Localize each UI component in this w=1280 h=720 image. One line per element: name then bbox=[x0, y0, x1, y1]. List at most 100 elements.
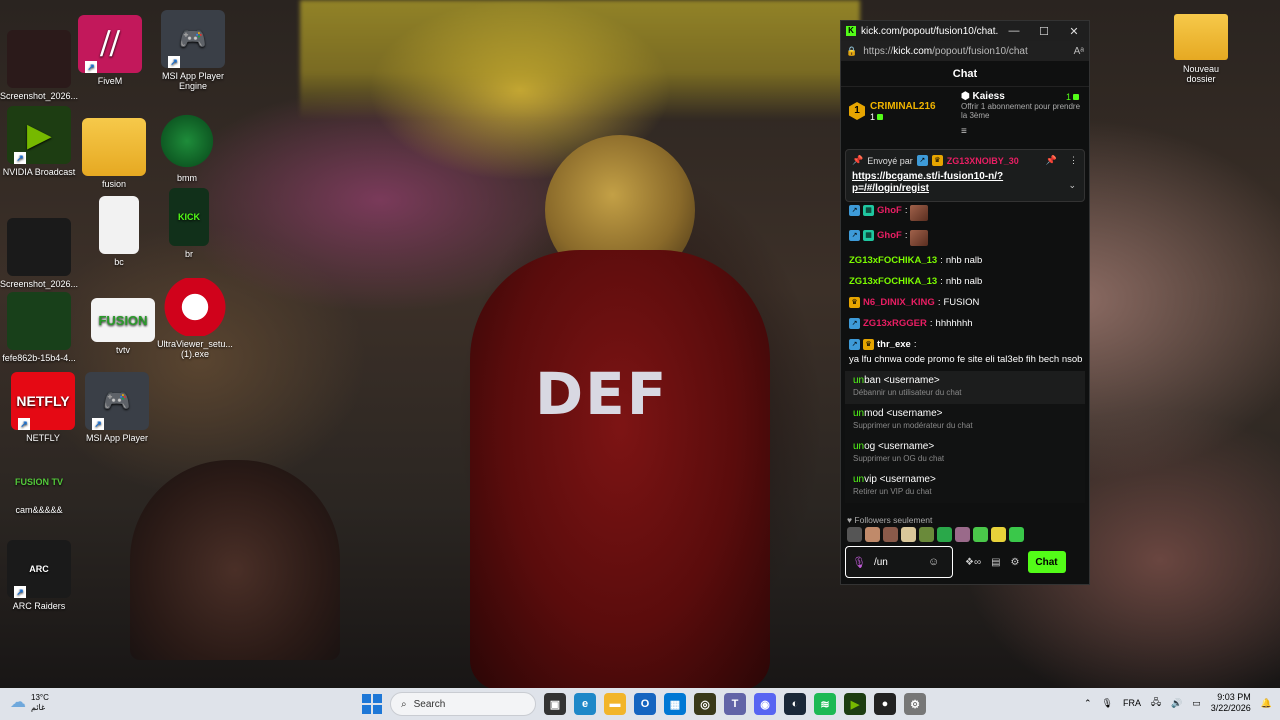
emote-icon[interactable] bbox=[901, 527, 916, 542]
store-icon[interactable]: ▦ bbox=[664, 693, 686, 715]
desktop-icon-br[interactable]: KICK br bbox=[150, 188, 228, 259]
filter-icon[interactable]: ≡ bbox=[961, 126, 967, 137]
outlook-icon[interactable]: O bbox=[634, 693, 656, 715]
close-button[interactable]: ✕ bbox=[1059, 25, 1089, 38]
chat-message: ↗ ▦ GhoF: bbox=[849, 230, 1085, 246]
pinned-sender[interactable]: ZG13XNOIBY_30 bbox=[947, 156, 1019, 166]
app-icon[interactable]: ◎ bbox=[694, 693, 716, 715]
desktop-icon-arc-raiders[interactable]: ARC ↗ ARC Raiders bbox=[0, 540, 78, 611]
suggestion-unvip[interactable]: unvip <username> Retirer un VIP du chat bbox=[845, 470, 1085, 503]
desktop-icon-msi-player[interactable]: 🎮 ↗ MSI App Player bbox=[78, 372, 156, 443]
desktop-icon-netfly[interactable]: NETFLY ↗ NETFLY bbox=[4, 372, 82, 443]
desktop-icon-cam[interactable]: FUSION TV cam&&&&& bbox=[0, 462, 78, 515]
chat-username[interactable]: N6_DINIX_KING bbox=[863, 297, 935, 309]
chat-popout-window: K kick.com/popout/fusion10/chat... — ☐ ✕… bbox=[840, 20, 1090, 585]
chat-input[interactable] bbox=[873, 553, 920, 571]
microphone-icon[interactable]: 🎙 bbox=[1102, 698, 1113, 709]
language-indicator[interactable]: FRA bbox=[1123, 698, 1141, 708]
pin-icon: 📌 bbox=[852, 155, 864, 165]
emote-icon[interactable] bbox=[1009, 527, 1024, 542]
emote-icon[interactable] bbox=[955, 527, 970, 542]
desktop-icon-bmm[interactable]: bmm bbox=[148, 112, 226, 183]
discord-icon[interactable]: ◉ bbox=[754, 693, 776, 715]
chat-text: FUSION bbox=[943, 297, 980, 308]
desktop-icon-bc[interactable]: bc bbox=[80, 196, 158, 267]
unpin-button[interactable]: 📌 bbox=[1046, 155, 1057, 166]
obs-icon[interactable]: ● bbox=[874, 693, 896, 715]
chat-username[interactable]: thr_exe bbox=[877, 339, 911, 351]
desktop-icon-screenshot-1[interactable]: Screenshot_2026... bbox=[0, 30, 78, 101]
nvidia-broadcast-icon[interactable]: ▶ bbox=[844, 693, 866, 715]
weather-widget[interactable]: ☁ 13°C غائم bbox=[10, 693, 49, 713]
file-explorer-icon[interactable]: ▬ bbox=[604, 693, 626, 715]
desktop-icon-tvtv[interactable]: FUSION tvtv bbox=[84, 292, 162, 355]
chat-username[interactable]: GhoF bbox=[877, 205, 902, 217]
leaderboard-gifter[interactable]: Kaiess bbox=[973, 91, 1005, 102]
teams-icon[interactable]: T bbox=[724, 693, 746, 715]
send-chat-button[interactable]: Chat bbox=[1027, 551, 1066, 573]
volume-icon[interactable]: 🔊 bbox=[1171, 698, 1182, 709]
kick-points-icon[interactable]: ❖∞ bbox=[965, 557, 981, 568]
settings-icon[interactable]: ⚙ bbox=[904, 693, 926, 715]
more-options-icon[interactable]: ⋮ bbox=[1069, 155, 1078, 166]
netflix-icon: NETFLY ↗ bbox=[11, 372, 75, 430]
desktop-icon-ultraviewer[interactable]: UltraViewer_setu... (1).exe bbox=[156, 278, 234, 359]
fusion-tv-icon: FUSION TV bbox=[14, 477, 63, 487]
desktop-icon-nvidia-broadcast[interactable]: ▶ ↗ NVIDIA Broadcast bbox=[0, 106, 78, 177]
emoji-icon[interactable]: ☺ bbox=[928, 556, 939, 568]
emote-icon[interactable] bbox=[937, 527, 952, 542]
emote-icon[interactable] bbox=[919, 527, 934, 542]
suggestion-unog[interactable]: unog <username> Supprimer un OG du chat bbox=[845, 437, 1085, 470]
spotify-icon[interactable]: ≋ bbox=[814, 693, 836, 715]
shortcut-arrow-icon: ↗ bbox=[168, 56, 180, 68]
suggestion-unmod[interactable]: unmod <username> Supprimer un modérateur… bbox=[845, 404, 1085, 437]
leaderboard-gifter-count: 1 bbox=[1065, 92, 1071, 102]
chat-text: nhb nalb bbox=[945, 255, 983, 266]
taskbar-search[interactable]: ⌕ Search bbox=[390, 692, 536, 716]
leaderboard-top-user[interactable]: CRIMINAL216 bbox=[870, 101, 936, 112]
gear-icon[interactable]: ⚙ bbox=[1011, 557, 1020, 568]
minimize-button[interactable]: — bbox=[999, 25, 1029, 37]
emote-icon[interactable] bbox=[847, 527, 862, 542]
reader-mode-icon[interactable]: Aᵃ bbox=[1074, 46, 1084, 57]
desktop-icon-fusion-folder[interactable]: fusion bbox=[75, 118, 153, 189]
address-bar[interactable]: 🔒 https://kick.com/popout/fusion10/chat … bbox=[841, 41, 1089, 61]
pinned-link[interactable]: https://bcgame.st/i-fusion10-n/?p=/#/log… bbox=[852, 171, 1052, 195]
suggestion-unban[interactable]: unban <username> Débannir un utilisateur… bbox=[845, 371, 1085, 404]
chat-message: ZG13xFOCHIKA_13: nhb nalb bbox=[849, 255, 983, 267]
shortcut-arrow-icon: ↗ bbox=[85, 61, 97, 73]
maximize-button[interactable]: ☐ bbox=[1029, 25, 1059, 38]
chat-username[interactable]: ZG13xFOCHIKA_13 bbox=[849, 255, 937, 267]
network-icon[interactable]: 🖧 bbox=[1151, 695, 1161, 711]
gamepad-icon: 🎮 ↗ bbox=[161, 10, 225, 68]
edge-icon[interactable]: e bbox=[574, 693, 596, 715]
badge-icon: ▦ bbox=[863, 205, 874, 216]
emote-icon[interactable] bbox=[973, 527, 988, 542]
emote-icon[interactable] bbox=[883, 527, 898, 542]
chat-message: ♛ N6_DINIX_KING: FUSION bbox=[849, 297, 1085, 309]
microphone-icon[interactable]: 🎙 bbox=[852, 556, 866, 569]
desktop-icon-screenshot-2[interactable]: Screenshot_2026... bbox=[0, 218, 78, 289]
chevron-down-icon[interactable]: ⌄ bbox=[1068, 180, 1076, 191]
steam-icon[interactable]: ◐ bbox=[784, 693, 806, 715]
desktop-icon-new-folder[interactable]: Nouveau dossier bbox=[1170, 14, 1232, 84]
system-tray: ⌃ 🎙 FRA 🖧 🔊 ▭ 9:03 PM 3/22/2026 🔔 bbox=[1084, 692, 1272, 714]
gift-shop-icon[interactable]: ▤ bbox=[991, 557, 1000, 568]
clock[interactable]: 9:03 PM 3/22/2026 bbox=[1211, 692, 1251, 714]
emote-icon[interactable] bbox=[991, 527, 1006, 542]
desktop-icon-fivem[interactable]: ⧸⧸ ↗ FiveM bbox=[71, 15, 149, 86]
battery-icon[interactable]: ▭ bbox=[1192, 698, 1201, 709]
task-view-icon[interactable]: ▣ bbox=[544, 693, 566, 715]
chevron-up-icon[interactable]: ⌃ bbox=[1084, 698, 1092, 709]
chat-input-box[interactable]: 🎙 ☺ bbox=[845, 546, 953, 578]
windows-start-icon[interactable] bbox=[362, 694, 382, 714]
desktop-icon-msi-engine[interactable]: 🎮 ↗ MSI App Player Engine bbox=[154, 10, 232, 91]
desktop-icon-fefe[interactable]: fefe862b-15b4-4... bbox=[0, 292, 78, 363]
window-titlebar[interactable]: K kick.com/popout/fusion10/chat... — ☐ ✕ bbox=[841, 21, 1089, 41]
chat-username[interactable]: ZG13xRGGER bbox=[863, 318, 927, 330]
notification-icon[interactable]: 🔔 bbox=[1261, 698, 1272, 709]
chat-username[interactable]: ZG13xFOCHIKA_13 bbox=[849, 276, 937, 288]
badge-icon: ▦ bbox=[863, 230, 874, 241]
chat-username[interactable]: GhoF bbox=[877, 230, 902, 242]
emote-icon[interactable] bbox=[865, 527, 880, 542]
